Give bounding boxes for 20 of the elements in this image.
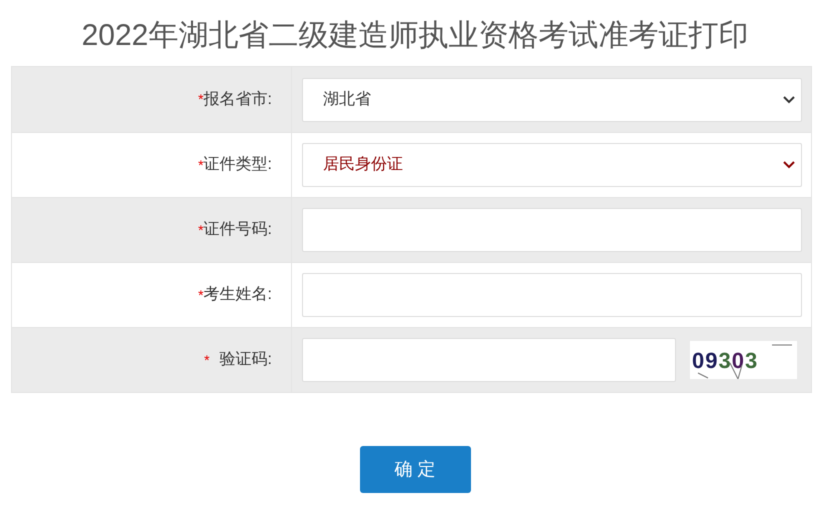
required-asterisk: * [198,222,204,240]
field-label: 验证码: [220,350,272,370]
captcha-image[interactable]: 09303 [690,341,797,379]
page-title: 2022年湖北省二级建造师执业资格考试准考证打印 [82,18,748,54]
dropdown[interactable]: 湖北省 [302,78,802,122]
field-label: 报名省市: [204,90,272,110]
field-label: 证件号码: [204,220,272,240]
input-field[interactable] [302,338,676,382]
required-asterisk: * [198,286,204,304]
field-label: 证件类型: [204,154,272,175]
submit-button[interactable]: 确 定 [360,446,470,493]
required-asterisk: * [204,350,210,370]
field-label: 考生姓名: [204,284,272,305]
chevron-down-icon [783,161,795,169]
input-field[interactable] [302,208,802,252]
chevron-down-icon [783,96,795,104]
input-field[interactable] [302,273,802,317]
dropdown[interactable]: 居民身份证 [302,143,802,187]
required-asterisk: * [198,156,204,174]
required-asterisk: * [198,90,204,109]
